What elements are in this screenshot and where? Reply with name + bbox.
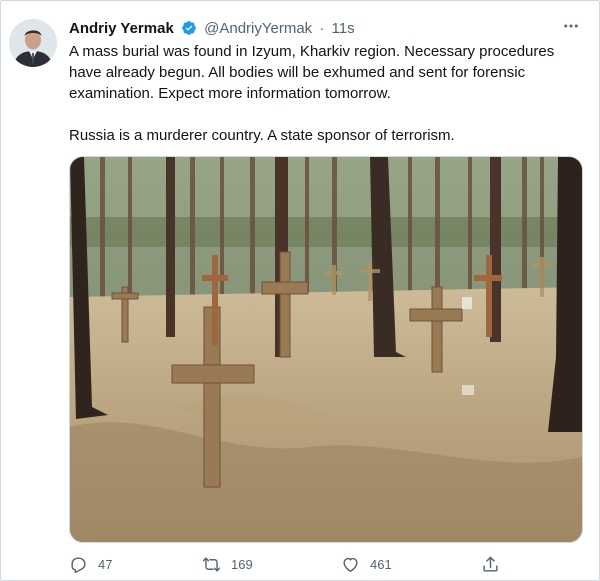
like-button[interactable]: 461 bbox=[341, 553, 392, 575]
reply-count: 47 bbox=[98, 556, 113, 572]
heart-icon bbox=[343, 557, 358, 572]
tweet-header: Andriy Yermak @AndriyYermak · 11s bbox=[69, 19, 355, 39]
avatar[interactable] bbox=[9, 19, 57, 67]
separator-dot: · bbox=[319, 20, 325, 37]
share-button[interactable] bbox=[481, 553, 510, 575]
tweet-text-paragraph-2: Russia is a murderer country. A state sp… bbox=[69, 127, 455, 144]
retweet-count: 169 bbox=[231, 556, 253, 572]
tweet-text: A mass burial was found in Izyum, Kharki… bbox=[69, 41, 569, 146]
reply-icon bbox=[71, 556, 86, 573]
author-handle[interactable]: @AndriyYermak bbox=[204, 20, 312, 37]
tweet-photo[interactable] bbox=[69, 156, 583, 543]
forest-graves-photo bbox=[70, 157, 582, 542]
reply-button[interactable]: 47 bbox=[69, 553, 112, 575]
retweet-button[interactable]: 169 bbox=[202, 553, 253, 575]
like-count: 461 bbox=[370, 556, 392, 572]
more-horizontal-icon[interactable] bbox=[561, 17, 581, 37]
verified-badge-icon bbox=[181, 20, 197, 36]
tweet-text-paragraph-1: A mass burial was found in Izyum, Kharki… bbox=[69, 43, 555, 102]
tweet-card[interactable]: Andriy Yermak @AndriyYermak · 11s A mass… bbox=[0, 0, 600, 581]
timestamp[interactable]: 11s bbox=[332, 20, 355, 37]
share-icon bbox=[483, 556, 498, 572]
avatar-image bbox=[9, 19, 57, 67]
author-name[interactable]: Andriy Yermak bbox=[69, 20, 174, 37]
tweet-actions: 47 169 461 bbox=[69, 553, 509, 575]
retweet-icon bbox=[202, 556, 221, 572]
